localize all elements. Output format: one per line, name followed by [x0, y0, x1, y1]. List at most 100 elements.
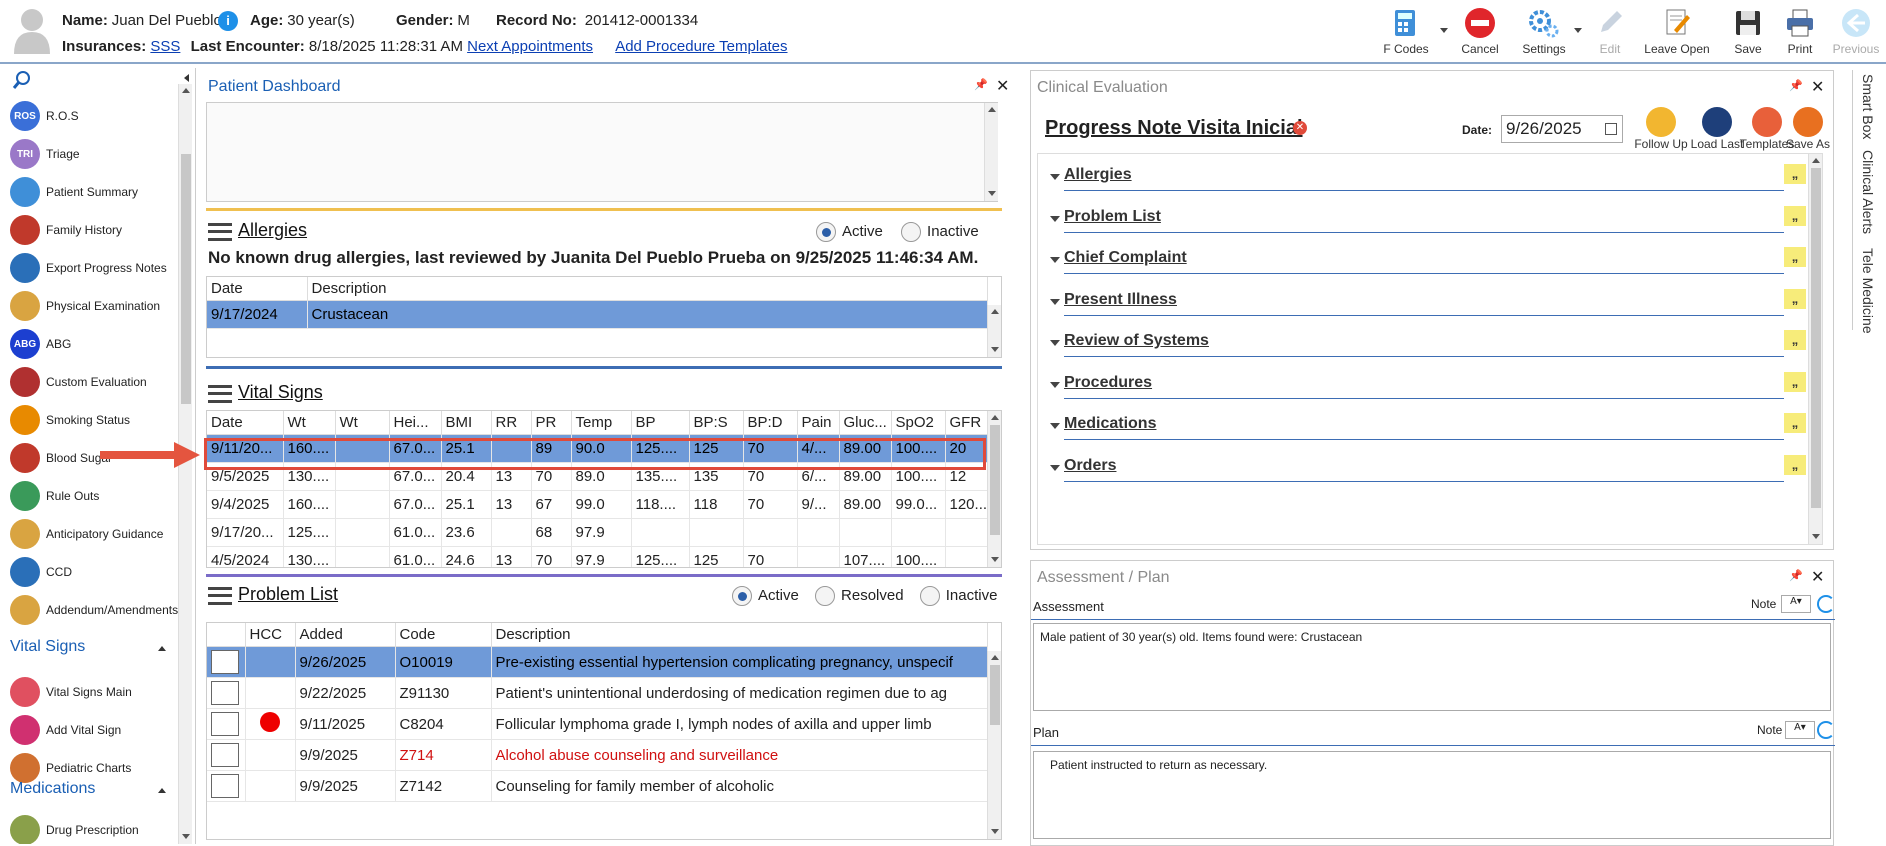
dashboard-notes-box[interactable]: [206, 102, 998, 202]
column-header[interactable]: Description: [491, 623, 988, 647]
quote-icon[interactable]: „: [1784, 164, 1806, 184]
radio-resolved[interactable]: [815, 586, 836, 606]
collapse-sidebar-icon[interactable]: [184, 74, 189, 82]
expand-icon[interactable]: [1050, 174, 1060, 180]
search-icon[interactable]: [12, 70, 32, 90]
menu-icon[interactable]: [208, 385, 232, 404]
radio-active[interactable]: [732, 586, 752, 606]
save-button[interactable]: Save: [1718, 4, 1778, 60]
quote-icon[interactable]: „: [1784, 371, 1806, 392]
info-icon[interactable]: i: [218, 11, 238, 31]
table-row[interactable]: 4/5/2024 130.... 61.0... 24.6 13 70 97.9 125...…: [207, 546, 998, 567]
column-header[interactable]: Temp: [571, 411, 632, 435]
quote-icon[interactable]: „: [1784, 247, 1806, 267]
column-header[interactable]: Code: [395, 623, 492, 647]
table-row[interactable]: 9/11/2025 C8204 Follicular lymphoma grade …: [207, 708, 988, 740]
allergies-scrollbar[interactable]: [987, 305, 1001, 357]
sidebar-item[interactable]: Smoking Status: [10, 402, 130, 438]
vital-signs-header[interactable]: Vital Signs: [208, 382, 323, 404]
group-medications[interactable]: Medications: [10, 780, 95, 798]
sidebar-item[interactable]: Addendum/Amendments: [10, 592, 178, 628]
group-vital-collapse-icon[interactable]: [158, 646, 166, 651]
expand-icon[interactable]: [1050, 298, 1060, 305]
save-as-button[interactable]: Save As: [1783, 107, 1833, 151]
radio-inactive[interactable]: [919, 586, 940, 606]
column-header[interactable]: BMI: [441, 411, 492, 435]
sidebar-item[interactable]: Physical Examination: [10, 288, 160, 324]
dashboard-top-scrollbar[interactable]: [984, 103, 998, 201]
column-header[interactable]: BP:D: [743, 411, 798, 435]
table-row[interactable]: 9/9/2025 Z7142 Counseling for family membe…: [207, 770, 988, 802]
cancel-button[interactable]: Cancel: [1450, 4, 1510, 60]
edit-button[interactable]: Edit: [1580, 4, 1640, 60]
allergies-header[interactable]: Allergies: [208, 220, 307, 242]
table-row[interactable]: 9/4/2025 160.... 67.0... 25.1 13 67 99.0 118...…: [207, 490, 998, 519]
next-appointments-link[interactable]: Next Appointments: [467, 38, 593, 55]
calendar-icon[interactable]: [1605, 123, 1617, 135]
problems-scrollbar[interactable]: [987, 651, 1001, 839]
sidebar-item[interactable]: Custom Evaluation: [10, 364, 147, 400]
add-procedure-templates-link[interactable]: Add Procedure Templates: [615, 38, 787, 55]
quote-icon[interactable]: „: [1784, 413, 1806, 433]
group-vital-signs[interactable]: Vital Signs: [10, 638, 85, 656]
pin-icon[interactable]: 📌: [974, 78, 988, 91]
column-header[interactable]: PR: [531, 411, 572, 435]
expand-icon[interactable]: [1050, 423, 1060, 429]
expand-icon[interactable]: [1050, 257, 1060, 263]
sidebar-item[interactable]: Anticipatory Guidance: [10, 516, 163, 552]
sidebar-item[interactable]: Vital Signs Main: [10, 674, 132, 710]
insurance-link[interactable]: SSS: [150, 38, 180, 55]
print-button[interactable]: Print: [1770, 4, 1830, 60]
plan-textarea[interactable]: Patient instructed to return as necessar…: [1033, 751, 1831, 839]
tab-smart-box[interactable]: Smart Box: [1860, 74, 1876, 139]
refresh-icon[interactable]: [1817, 595, 1835, 613]
column-header[interactable]: BP:S: [689, 411, 744, 435]
column-header[interactable]: Added: [295, 623, 396, 647]
menu-icon[interactable]: [208, 587, 232, 606]
sidebar-item[interactable]: TRI Triage: [10, 136, 80, 172]
pin-icon[interactable]: 📌: [1789, 569, 1803, 582]
note-section[interactable]: Orders„+: [1048, 452, 1822, 501]
problem-list-header[interactable]: Problem List: [208, 584, 338, 606]
column-header[interactable]: Wt: [283, 411, 336, 435]
sidebar-item[interactable]: Rule Outs: [10, 478, 99, 514]
close-icon[interactable]: ✕: [1811, 567, 1824, 587]
leave-open-button[interactable]: Leave Open: [1644, 4, 1710, 60]
quote-icon[interactable]: „: [1784, 330, 1806, 350]
fcodes-dropdown-icon[interactable]: [1440, 28, 1448, 33]
sidebar-item[interactable]: Export Progress Notes: [10, 250, 167, 286]
settings-button[interactable]: Settings: [1514, 4, 1574, 60]
column-header[interactable]: HCC: [245, 623, 296, 647]
vitals-scrollbar[interactable]: [987, 411, 1001, 567]
fcodes-button[interactable]: F Codes: [1376, 4, 1436, 60]
row-checkbox[interactable]: [211, 681, 239, 705]
close-icon[interactable]: ✕: [996, 76, 1009, 96]
clinical-scrollbar[interactable]: [1808, 154, 1822, 544]
quote-icon[interactable]: „: [1784, 288, 1806, 309]
expand-icon[interactable]: [1050, 340, 1060, 346]
sidebar-item[interactable]: ROS R.O.S: [10, 98, 79, 134]
sidebar-item[interactable]: CCD: [10, 554, 72, 590]
font-dropdown[interactable]: A▾: [1781, 595, 1811, 613]
sidebar-item[interactable]: Patient Summary: [10, 174, 138, 210]
column-header[interactable]: RR: [491, 411, 532, 435]
pin-icon[interactable]: 📌: [1789, 79, 1803, 92]
sidebar-item[interactable]: ABG ABG: [10, 326, 71, 362]
row-checkbox[interactable]: [211, 712, 239, 736]
table-row[interactable]: 9/22/2025 Z91130 Patient's unintentional u…: [207, 677, 988, 709]
row-checkbox[interactable]: [211, 743, 239, 767]
column-header[interactable]: Date: [207, 411, 284, 435]
close-icon[interactable]: ✕: [1811, 77, 1824, 97]
column-header[interactable]: Hei...: [389, 411, 442, 435]
column-header[interactable]: Date: [207, 277, 308, 301]
column-header[interactable]: Wt: [335, 411, 390, 435]
radio-active[interactable]: [816, 222, 836, 242]
quote-icon[interactable]: „: [1784, 205, 1806, 226]
assessment-textarea[interactable]: Male patient of 30 year(s) old. Items fo…: [1033, 623, 1831, 711]
font-dropdown[interactable]: A▾: [1785, 721, 1815, 739]
sidebar-item[interactable]: Drug Prescription: [10, 812, 139, 844]
row-checkbox[interactable]: [211, 650, 239, 674]
sidebar-item[interactable]: Family History: [10, 212, 122, 248]
sidebar-item[interactable]: Add Vital Sign: [10, 712, 121, 748]
column-header[interactable]: BP: [631, 411, 690, 435]
